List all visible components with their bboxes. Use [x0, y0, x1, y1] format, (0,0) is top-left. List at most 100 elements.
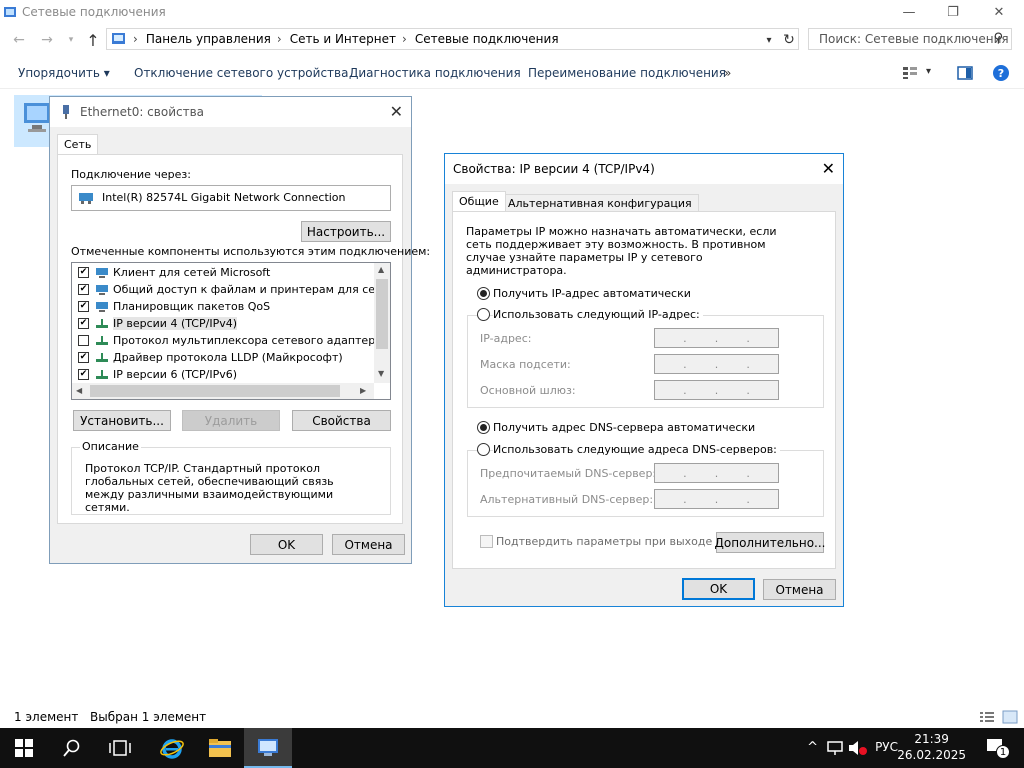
gateway-label: Основной шлюз:: [480, 384, 576, 397]
breadcrumb-control-panel[interactable]: Панель управления: [146, 32, 271, 46]
auto-ip-label[interactable]: Получить IP-адрес автоматически: [493, 287, 691, 300]
recent-chevron-icon[interactable]: ▾: [60, 30, 82, 50]
more-commands-button[interactable]: »: [724, 66, 731, 80]
list-item[interactable]: ✔ Драйвер протокола LLDP (Майкрософт): [74, 349, 374, 366]
list-item[interactable]: ✔ Планировщик пакетов QoS: [74, 298, 374, 315]
scrollbar-thumb[interactable]: [376, 279, 388, 349]
tiles-view-icon[interactable]: [1002, 710, 1018, 724]
vertical-scrollbar[interactable]: ▲ ▼: [374, 263, 390, 383]
client-network-icon: [96, 301, 108, 312]
protocol-icon: [96, 369, 108, 379]
list-item[interactable]: ✔ Клиент для сетей Microsoft: [74, 264, 374, 281]
ip-address-label: IP-адрес:: [480, 332, 532, 345]
description-group: Описание Протокол TCP/IP. Стандартный пр…: [71, 440, 391, 515]
adapter-field: Intel(R) 82574L Gigabit Network Connecti…: [71, 185, 391, 211]
component-checkbox[interactable]: ✔: [78, 318, 89, 329]
ethernet-ok-button[interactable]: OK: [250, 534, 323, 555]
input-language-indicator[interactable]: РУС: [875, 740, 898, 754]
auto-dns-label[interactable]: Получить адрес DNS-сервера автоматически: [493, 421, 755, 434]
ipv4-cancel-button[interactable]: Отмена: [763, 579, 836, 600]
system-clock[interactable]: 21:39 26.02.2025: [897, 731, 966, 763]
address-dropdown-icon[interactable]: ▾: [758, 30, 780, 50]
advanced-button[interactable]: Дополнительно...: [715, 532, 825, 553]
scroll-right-icon[interactable]: ▶: [360, 386, 366, 395]
start-button[interactable]: [0, 728, 48, 768]
internet-explorer-button[interactable]: [148, 728, 196, 768]
horizontal-scrollbar[interactable]: ◀ ▶: [72, 383, 374, 399]
view-dropdown-icon[interactable]: ▾: [926, 66, 931, 77]
list-item[interactable]: ✔ Общий доступ к файлам и принтерам для …: [74, 281, 390, 298]
scroll-left-icon[interactable]: ◀: [76, 386, 82, 395]
protocol-icon: [96, 318, 108, 328]
tab-network[interactable]: Сеть: [57, 134, 99, 154]
properties-button[interactable]: Свойства: [292, 410, 391, 431]
volume-muted-icon[interactable]: [847, 740, 867, 756]
configure-button[interactable]: Настроить...: [301, 221, 391, 242]
ethernet-cancel-button[interactable]: Отмена: [332, 534, 405, 555]
scroll-down-icon[interactable]: ▼: [378, 369, 384, 378]
network-connections-taskbar-button[interactable]: [244, 728, 292, 768]
manual-dns-label[interactable]: Использовать следующие адреса DNS-сервер…: [493, 443, 780, 456]
action-center-button[interactable]: 1: [986, 737, 1010, 759]
scroll-up-icon[interactable]: ▲: [378, 265, 384, 274]
ipv4-dialog-close-icon[interactable]: ✕: [822, 159, 835, 178]
preview-pane-icon[interactable]: [957, 66, 973, 80]
refresh-icon[interactable]: ↻: [778, 30, 800, 50]
maximize-button[interactable]: ❐: [930, 0, 976, 24]
view-options-icon[interactable]: [902, 66, 918, 80]
component-checkbox[interactable]: ✔: [78, 267, 89, 278]
diagnose-button[interactable]: Диагностика подключения: [349, 66, 521, 80]
command-bar: Упорядочить ▾ Отключение сетевого устрой…: [0, 57, 1024, 89]
rename-button[interactable]: Переименование подключения: [528, 66, 726, 80]
search-taskbar-button[interactable]: [48, 728, 96, 768]
control-panel-icon: [258, 739, 278, 756]
list-item[interactable]: ✔ IP версии 6 (TCP/IPv6): [74, 366, 374, 383]
help-icon[interactable]: ?: [992, 64, 1010, 82]
component-checkbox[interactable]: ✔: [78, 369, 89, 380]
details-view-icon[interactable]: [979, 710, 995, 724]
auto-dns-radio[interactable]: [477, 421, 490, 434]
component-checkbox[interactable]: ✔: [78, 352, 89, 363]
close-button[interactable]: ✕: [976, 0, 1022, 24]
forward-arrow-icon[interactable]: →: [36, 30, 58, 50]
client-network-icon: [96, 284, 108, 295]
alternate-dns-label: Альтернативный DNS-сервер:: [480, 493, 654, 506]
component-checkbox[interactable]: ✔: [78, 284, 89, 295]
breadcrumb-network-internet[interactable]: Сеть и Интернет: [290, 32, 396, 46]
connect-via-label: Подключение через:: [71, 168, 191, 181]
preferred-dns-field: ...: [654, 463, 779, 483]
manual-dns-radio[interactable]: [477, 443, 490, 456]
components-list[interactable]: ✔ Клиент для сетей Microsoft ✔ Общий дос…: [71, 262, 391, 400]
disable-device-button[interactable]: Отключение сетевого устройства: [134, 66, 348, 80]
install-button[interactable]: Установить...: [73, 410, 171, 431]
breadcrumb-network-connections[interactable]: Сетевые подключения: [415, 32, 559, 46]
ipv4-ok-button[interactable]: OK: [682, 578, 755, 600]
minimize-button[interactable]: —: [886, 0, 932, 24]
status-bar: 1 элемент Выбран 1 элемент: [0, 708, 1024, 728]
up-arrow-icon[interactable]: ↑: [82, 30, 104, 50]
back-arrow-icon[interactable]: ←: [8, 30, 30, 50]
show-hidden-icons-chevron-icon[interactable]: ^: [807, 740, 818, 755]
component-checkbox[interactable]: ✔: [78, 301, 89, 312]
task-view-button[interactable]: [96, 728, 144, 768]
auto-ip-radio[interactable]: [477, 287, 490, 300]
subnet-mask-label: Маска подсети:: [480, 358, 571, 371]
file-explorer-button[interactable]: [196, 728, 244, 768]
search-input[interactable]: Поиск: Сетевые подключения ⚲: [808, 28, 1012, 50]
organize-button[interactable]: Упорядочить ▾: [18, 66, 110, 80]
component-checkbox[interactable]: [78, 335, 89, 346]
tab-general[interactable]: Общие: [452, 191, 506, 211]
network-folder-icon: [4, 7, 16, 17]
manual-ip-radio[interactable]: [477, 308, 490, 321]
windows-logo-icon: [15, 739, 33, 757]
list-item[interactable]: Протокол мультиплексора сетевого адаптер…: [74, 332, 390, 349]
component-label: IP версии 4 (TCP/IPv4): [113, 317, 238, 330]
scrollbar-thumb[interactable]: [90, 385, 340, 397]
taskbar: ^ РУС 21:39 26.02.2025 1: [0, 728, 1024, 768]
address-bar[interactable]: › Панель управления › Сеть и Интернет › …: [106, 28, 799, 50]
network-tray-icon[interactable]: [826, 740, 844, 756]
ethernet-dialog-close-icon[interactable]: ✕: [390, 102, 403, 121]
protocol-icon: [96, 335, 108, 345]
list-item[interactable]: ✔ IP версии 4 (TCP/IPv4): [74, 315, 374, 332]
manual-ip-label[interactable]: Использовать следующий IP-адрес:: [493, 308, 703, 321]
